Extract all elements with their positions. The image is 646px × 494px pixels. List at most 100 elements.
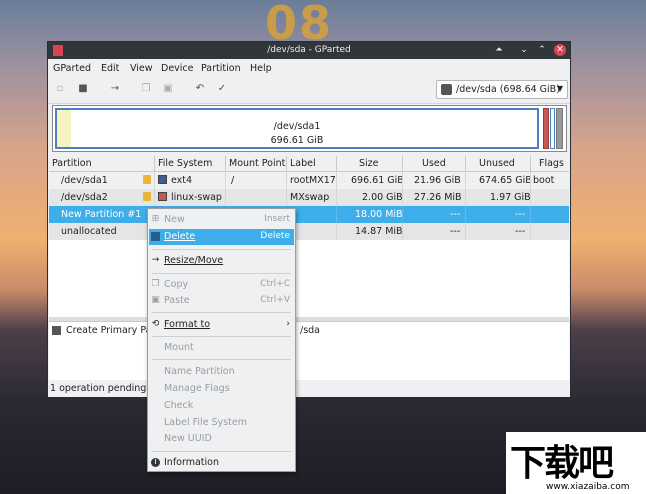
- window-title: /dev/sda - GParted: [267, 45, 351, 55]
- delete-icon: [151, 232, 160, 241]
- menu-item-label-file-system[interactable]: Label File System: [149, 415, 294, 431]
- diskmap-sda1-size: 696.61 GiB: [270, 135, 324, 146]
- cell-unused: 1.97 GiB: [490, 192, 531, 203]
- menu-item-resize-move[interactable]: → Resize/Move: [149, 253, 294, 269]
- cell-size: 696.61 GiB: [351, 175, 404, 186]
- disk-map: /dev/sda1 696.61 GiB: [52, 105, 567, 152]
- watermark-url: www.xiazaiba.com: [546, 482, 630, 492]
- menu-item-delete[interactable]: Delete Delete: [149, 229, 294, 245]
- device-selector[interactable]: /dev/sda (698.64 GiB) ▼: [436, 80, 568, 99]
- col-mountpoint[interactable]: Mount Point: [229, 158, 285, 169]
- device-label: /dev/sda (698.64 GiB): [456, 84, 560, 95]
- menu-help[interactable]: Help: [250, 63, 272, 74]
- lock-icon: [143, 192, 151, 201]
- menu-item-format-to[interactable]: ⟲ Format to ›: [149, 317, 294, 333]
- menu-gparted[interactable]: GParted: [53, 63, 91, 74]
- menu-item-check[interactable]: Check: [149, 398, 294, 414]
- status-bar: 1 operation pending: [49, 381, 569, 397]
- undo-icon[interactable]: ↶: [194, 83, 206, 95]
- pending-operations-list: Create Primary Par /sda: [49, 321, 569, 380]
- apply-icon[interactable]: ✓: [216, 83, 228, 95]
- format-icon: ⟲: [151, 319, 160, 329]
- fs-color-swatch: [158, 175, 167, 184]
- site-watermark: 下载吧 www.xiazaiba.com: [506, 432, 646, 494]
- cell-unused: 674.65 GiB: [479, 175, 532, 186]
- diskmap-sda1[interactable]: /dev/sda1 696.61 GiB: [55, 108, 539, 149]
- chevron-down-icon: ▼: [556, 84, 563, 93]
- cell-filesystem: linux-swap: [171, 192, 222, 203]
- gparted-window: /dev/sda - GParted ⏶ ⌄ ⌃ ✕ GParted Edit …: [47, 41, 571, 398]
- resize-move-icon: →: [151, 255, 160, 265]
- menu-item-name-partition[interactable]: Name Partition: [149, 364, 294, 380]
- menu-item-copy[interactable]: ❐ Copy Ctrl+C: [149, 277, 294, 293]
- disk-icon: [441, 84, 452, 95]
- diskmap-sda2[interactable]: [543, 108, 549, 149]
- new-icon: ⊞: [151, 214, 160, 224]
- paste-icon[interactable]: ▣: [162, 83, 174, 95]
- col-used[interactable]: Used: [422, 158, 446, 169]
- keep-above-icon[interactable]: ⏶: [493, 44, 505, 56]
- col-partition[interactable]: Partition: [52, 158, 92, 169]
- table-row[interactable]: New Partition #1 18.00 MiB --- ---: [49, 206, 569, 223]
- minimize-icon[interactable]: ⌄: [518, 44, 530, 56]
- cell-partition: New Partition #1: [61, 209, 142, 220]
- col-flags[interactable]: Flags: [539, 158, 564, 169]
- fs-color-swatch: [158, 192, 167, 201]
- col-label[interactable]: Label: [290, 158, 316, 169]
- title-bar: /dev/sda - GParted ⏶ ⌄ ⌃ ✕: [48, 42, 570, 59]
- cell-unused: ---: [515, 209, 526, 220]
- status-text: 1 operation pending: [50, 383, 147, 394]
- paste-icon: ▣: [151, 295, 160, 305]
- toolbar: ▫ ■ → ❐ ▣ ↶ ✓ /dev/sda (698.64 GiB) ▼: [48, 77, 570, 104]
- copy-icon[interactable]: ❐: [140, 83, 152, 95]
- diskmap-new-partition[interactable]: [550, 108, 555, 149]
- operation-text-tail: /sda: [300, 325, 321, 336]
- new-icon[interactable]: ▫: [54, 83, 66, 95]
- resize-move-icon[interactable]: →: [109, 83, 121, 95]
- menu-view[interactable]: View: [130, 63, 153, 74]
- menu-item-paste[interactable]: ▣ Paste Ctrl+V: [149, 293, 294, 309]
- cell-filesystem: ext4: [171, 175, 193, 186]
- operation-text: Create Primary Par: [66, 325, 156, 336]
- cell-used: ---: [450, 226, 461, 237]
- watermark-logo: 下载吧: [510, 443, 614, 484]
- close-icon[interactable]: ✕: [554, 44, 566, 56]
- cell-used: ---: [450, 209, 461, 220]
- submenu-arrow-icon: ›: [286, 319, 290, 329]
- cell-mountpoint: /: [231, 175, 235, 186]
- menu-item-information[interactable]: i Information: [149, 455, 294, 471]
- table-header: Partition File System Mount Point Label …: [49, 156, 569, 172]
- cell-unused: ---: [515, 226, 526, 237]
- cell-label: MXswap: [290, 192, 330, 203]
- cell-size: 18.00 MiB: [355, 209, 403, 220]
- info-icon: i: [151, 458, 160, 467]
- table-row[interactable]: /dev/sda1 ext4 / rootMX17 696.61 GiB 21.…: [49, 172, 569, 189]
- menu-partition[interactable]: Partition: [201, 63, 241, 74]
- cell-partition: /dev/sda2: [61, 192, 108, 203]
- cell-flags: boot: [533, 175, 555, 186]
- cell-used: 27.26 MiB: [414, 192, 462, 203]
- menu-item-new[interactable]: ⊞ New Insert: [149, 212, 294, 228]
- diskmap-unallocated[interactable]: [556, 108, 563, 149]
- cell-used: 21.96 GiB: [414, 175, 461, 186]
- diskmap-sda1-name: /dev/sda1: [273, 121, 321, 132]
- menu-edit[interactable]: Edit: [101, 63, 119, 74]
- lock-icon: [143, 175, 151, 184]
- cell-partition: unallocated: [61, 226, 117, 237]
- menu-item-manage-flags[interactable]: Manage Flags: [149, 381, 294, 397]
- copy-icon: ❐: [151, 279, 160, 289]
- cell-size: 2.00 GiB: [362, 192, 403, 203]
- menu-device[interactable]: Device: [161, 63, 194, 74]
- table-row[interactable]: /dev/sda2 linux-swap MXswap 2.00 GiB 27.…: [49, 189, 569, 206]
- table-row[interactable]: unallocated 14.87 MiB --- ---: [49, 223, 569, 240]
- cell-size: 14.87 MiB: [355, 226, 403, 237]
- col-size[interactable]: Size: [359, 158, 379, 169]
- partition-table: Partition File System Mount Point Label …: [49, 156, 569, 240]
- menu-item-mount[interactable]: Mount: [149, 340, 294, 356]
- cell-label: rootMX17: [290, 175, 336, 186]
- col-filesystem[interactable]: File System: [158, 158, 212, 169]
- col-unused[interactable]: Unused: [479, 158, 515, 169]
- maximize-icon[interactable]: ⌃: [536, 44, 548, 56]
- delete-icon[interactable]: ■: [77, 83, 89, 95]
- menu-item-new-uuid[interactable]: New UUID: [149, 431, 294, 447]
